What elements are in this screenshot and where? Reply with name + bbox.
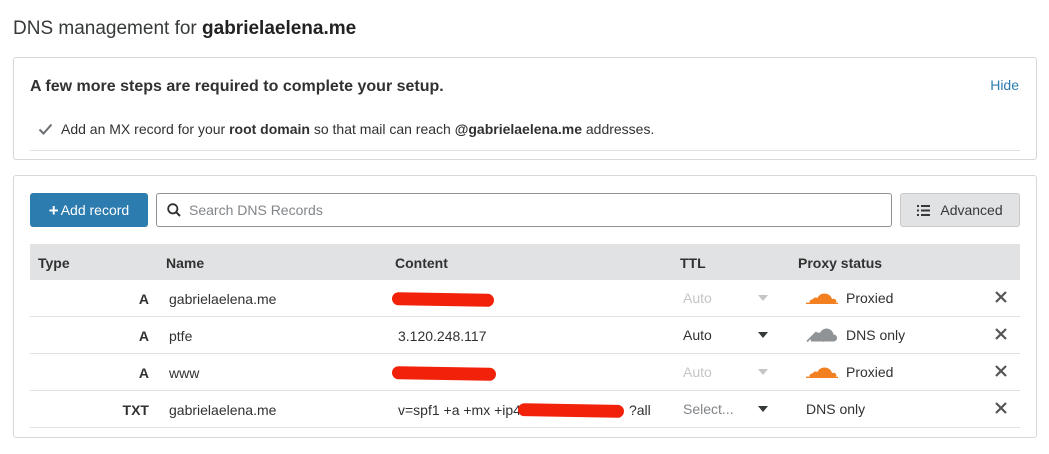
caret-down-icon — [758, 295, 768, 301]
setup-divider — [30, 150, 1020, 151]
advanced-button[interactable]: Advanced — [900, 193, 1020, 227]
ttl-value: Auto — [683, 290, 712, 306]
ttl-value: Auto — [683, 364, 712, 380]
record-type: A — [138, 365, 149, 381]
setup-item-mx: Add an MX record for your root domain so… — [38, 121, 654, 137]
table-row[interactable]: A www Auto Proxied — [30, 354, 1020, 391]
checkmark-icon — [38, 123, 53, 135]
ttl-select[interactable]: Auto — [674, 322, 778, 348]
ttl-select[interactable]: Select... — [674, 396, 778, 422]
orange-cloud-icon — [806, 293, 838, 305]
delete-icon[interactable] — [992, 325, 1010, 343]
add-record-label: Add record — [60, 202, 130, 218]
page-title: DNS management for gabrielaelena.me — [13, 18, 356, 40]
add-record-button[interactable]: + Add record — [30, 193, 148, 227]
setup-text-2: so that mail can reach — [309, 121, 455, 137]
header-proxy-status: Proxy status — [798, 255, 883, 271]
page-title-domain: gabrielaelena.me — [202, 18, 357, 39]
caret-down-icon — [758, 369, 768, 375]
proxy-status-label: DNS only — [846, 327, 906, 343]
setup-item-text: Add an MX record for your root domain so… — [61, 121, 654, 137]
header-content: Content — [395, 255, 448, 271]
ttl-value: Select... — [683, 401, 734, 417]
caret-down-icon — [758, 406, 768, 412]
proxy-status[interactable]: Proxied — [806, 361, 893, 383]
header-name: Name — [166, 255, 205, 271]
table-row[interactable]: A ptfe 3.120.248.117 Auto DNS only — [30, 317, 1020, 354]
setup-heading: A few more steps are required to complet… — [30, 78, 444, 95]
hide-link[interactable]: Hide — [990, 77, 1019, 93]
record-content: 3.120.248.117 — [398, 328, 487, 344]
search-icon — [167, 203, 181, 217]
ttl-value: Auto — [683, 327, 712, 343]
grey-cloud-icon — [806, 328, 837, 343]
proxy-status-label: DNS only — [806, 401, 866, 417]
dns-records-card: +Add record Advanced Type Name Content T… — [13, 175, 1037, 438]
setup-card: A few more steps are required to complet… — [13, 57, 1037, 160]
table-row[interactable]: TXT gabrielaelena.me v=spf1 +a +mx +ip4?… — [30, 391, 1020, 428]
advanced-label: Advanced — [940, 202, 1003, 218]
setup-text-3: addresses. — [581, 121, 655, 137]
record-type: A — [138, 328, 149, 344]
caret-down-icon — [758, 332, 768, 338]
record-name: gabrielaelena.me — [169, 291, 277, 307]
orange-cloud-icon — [806, 367, 838, 379]
table-row[interactable]: A gabrielaelena.me Auto Proxied — [30, 280, 1020, 317]
record-type: TXT — [122, 402, 149, 418]
redaction-mark — [517, 403, 625, 418]
ttl-select[interactable]: Auto — [674, 359, 778, 385]
ttl-select[interactable]: Auto — [674, 285, 778, 311]
redaction-mark — [391, 366, 497, 381]
header-type: Type — [38, 255, 70, 271]
delete-icon[interactable] — [992, 288, 1010, 306]
record-name: ptfe — [169, 328, 193, 344]
proxy-status[interactable]: DNS only — [806, 324, 905, 346]
setup-root-domain: root domain — [229, 121, 310, 137]
record-type: A — [138, 291, 149, 307]
header-ttl: TTL — [680, 255, 706, 271]
record-name: gabrielaelena.me — [169, 402, 277, 418]
delete-icon[interactable] — [992, 362, 1010, 380]
setup-mail-domain: @gabrielaelena.me — [454, 121, 582, 137]
search-box[interactable] — [156, 193, 892, 227]
proxy-status-label: Proxied — [846, 290, 894, 306]
plus-icon: + — [48, 200, 59, 220]
list-icon — [917, 204, 931, 216]
proxy-status[interactable]: Proxied — [806, 287, 893, 309]
record-name: www — [169, 365, 200, 381]
setup-text-1: Add an MX record for your — [61, 121, 230, 137]
proxy-status: DNS only — [806, 398, 865, 420]
page-title-prefix: DNS management for — [13, 18, 197, 39]
proxy-status-label: Proxied — [846, 364, 894, 380]
search-input[interactable] — [189, 202, 869, 218]
record-content-end: ?all — [628, 402, 651, 418]
record-content-start: v=spf1 +a +mx +ip4 — [398, 402, 521, 418]
redaction-mark — [391, 292, 495, 307]
delete-icon[interactable] — [992, 399, 1010, 417]
table-header: Type Name Content TTL Proxy status — [30, 244, 1020, 280]
